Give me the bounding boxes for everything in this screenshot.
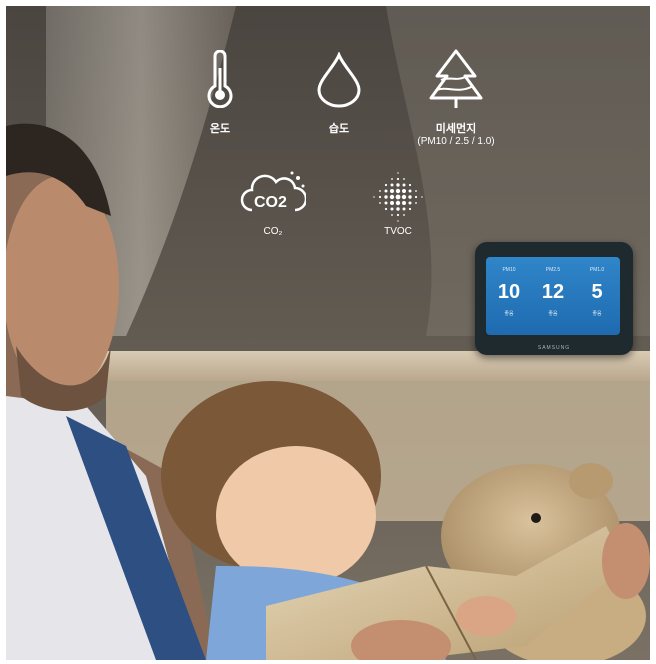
photo-scene: 온도 습도 미세먼지 (PM10 / 2.5 / 1.0) CO2 CO₂ TV… [6, 6, 650, 660]
humidity-label: 습도 [328, 123, 350, 135]
air-monitor-device: PM10 10 좋음 PM2.5 12 좋음 PM1.0 5 좋음 SAMSUN… [475, 242, 633, 355]
device-brand: SAMSUNG [537, 345, 571, 351]
reading-value: 12 [541, 281, 565, 303]
reading-value: 5 [591, 281, 603, 303]
co2-cloud-icon: CO2 [238, 170, 306, 220]
reading-label: PM1.0 [589, 267, 605, 273]
thermometer-icon [207, 50, 233, 108]
tvoc-label: TVOC [384, 226, 412, 237]
reading-label: PM2.5 [545, 267, 561, 273]
reading-value: 10 [497, 281, 521, 303]
fine-dust-label: 미세먼지 [435, 123, 477, 135]
tree-dust-icon [429, 49, 483, 108]
particles-icon [373, 172, 423, 222]
co2-label: CO₂ [263, 226, 283, 237]
temperature-label: 온도 [209, 123, 231, 135]
device-screen: PM10 10 좋음 PM2.5 12 좋음 PM1.0 5 좋음 [486, 257, 620, 335]
reading-grade: 좋음 [548, 311, 558, 317]
reading-label: PM10 [502, 267, 516, 273]
fine-dust-sublabel: (PM10 / 2.5 / 1.0) [417, 136, 495, 147]
co2-icon-text: CO2 [254, 194, 287, 211]
reading-grade: 좋음 [504, 311, 514, 317]
reading-grade: 좋음 [592, 311, 602, 317]
droplet-icon [317, 52, 361, 108]
